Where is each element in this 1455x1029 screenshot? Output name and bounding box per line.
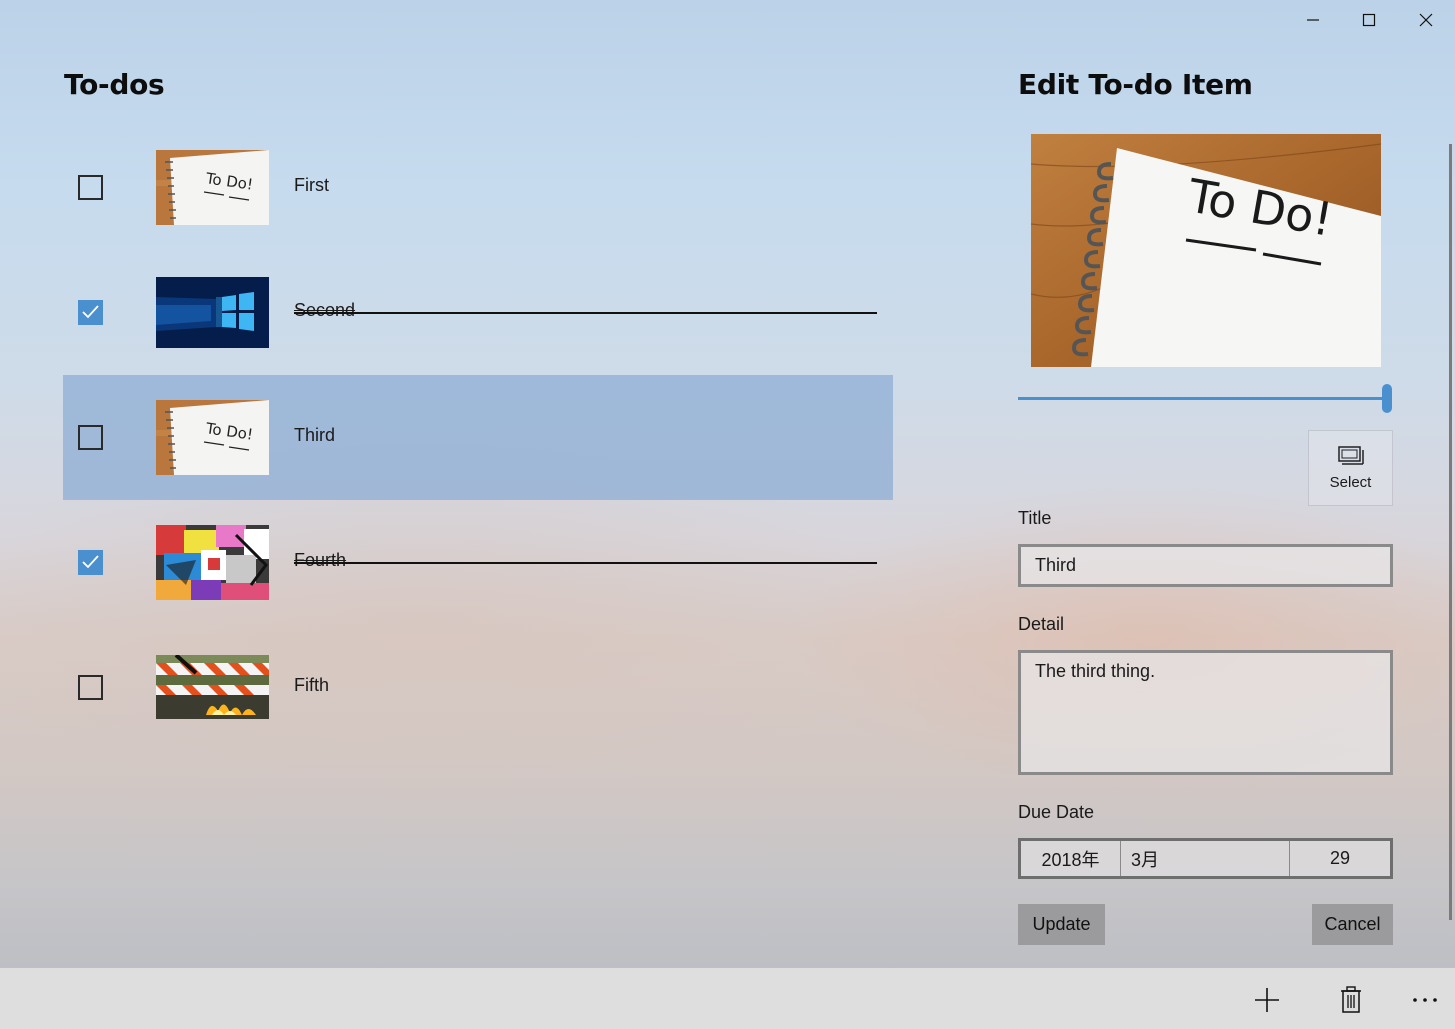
checkmark-icon xyxy=(82,555,99,569)
command-bar xyxy=(0,968,1455,1029)
select-label: Select xyxy=(1329,473,1372,491)
list-item[interactable]: Fifth xyxy=(63,625,893,750)
image-size-slider[interactable] xyxy=(1018,384,1393,414)
strikethrough-line xyxy=(294,562,877,564)
todo-notebook-image: To Do! xyxy=(156,400,269,475)
list-item[interactable]: Fourth xyxy=(63,500,893,625)
maximize-button[interactable] xyxy=(1346,6,1392,34)
cancel-button[interactable]: Cancel xyxy=(1312,904,1393,945)
todo-checkbox[interactable] xyxy=(78,300,103,325)
more-button[interactable] xyxy=(1405,980,1445,1020)
update-label: Update xyxy=(1032,914,1091,934)
day-value: 29 xyxy=(1329,848,1351,868)
update-button[interactable]: Update xyxy=(1018,904,1105,945)
minimize-icon xyxy=(1307,19,1319,21)
select-image-button[interactable]: Select xyxy=(1308,430,1393,506)
todo-title: Second xyxy=(294,300,356,320)
strikethrough-line xyxy=(294,312,877,314)
graffiti-image xyxy=(156,525,269,600)
vertical-scrollbar[interactable] xyxy=(1449,144,1452,920)
list-heading: To-dos xyxy=(64,68,165,101)
due-date-picker[interactable]: 2018年 3月 29 xyxy=(1018,838,1393,879)
delete-icon xyxy=(1341,986,1361,1013)
todo-checkbox[interactable] xyxy=(78,175,103,200)
todo-notebook-image: To Do! xyxy=(156,150,269,225)
detail-field[interactable]: The third thing. xyxy=(1018,650,1393,775)
title-field[interactable]: Third xyxy=(1018,544,1393,587)
add-icon xyxy=(1255,988,1279,1012)
list-item-selected[interactable]: To Do! Third xyxy=(63,375,893,500)
year-value: 2018年 xyxy=(1041,849,1100,870)
title-value: Third xyxy=(1035,555,1077,575)
delete-button[interactable] xyxy=(1331,980,1371,1020)
title-label: Title xyxy=(1018,508,1052,528)
todo-checkbox[interactable] xyxy=(78,550,103,575)
todo-title: Third xyxy=(294,425,336,445)
close-icon xyxy=(1419,13,1433,27)
slider-thumb[interactable] xyxy=(1382,384,1392,413)
preview-image: To Do! xyxy=(1031,134,1381,367)
windows-logo-image xyxy=(156,277,269,348)
detail-value: The third thing. xyxy=(1035,661,1156,681)
detail-label: Detail xyxy=(1018,614,1065,634)
list-item[interactable]: Second xyxy=(63,250,893,375)
maximize-icon xyxy=(1362,13,1376,27)
construction-barrier-image xyxy=(156,655,269,719)
minimize-button[interactable] xyxy=(1290,6,1336,34)
due-date-label: Due Date xyxy=(1018,802,1095,822)
todo-title: First xyxy=(294,175,329,195)
checkmark-icon xyxy=(82,305,99,319)
todo-title: Fourth xyxy=(294,550,347,570)
slider-track xyxy=(1018,397,1386,400)
todo-checkbox[interactable] xyxy=(78,425,103,450)
close-button[interactable] xyxy=(1403,6,1449,34)
list-item[interactable]: To Do! First xyxy=(63,125,893,250)
cancel-label: Cancel xyxy=(1324,914,1381,934)
month-value: 3月 xyxy=(1131,849,1160,870)
todo-checkbox[interactable] xyxy=(78,675,103,700)
photo-library-icon xyxy=(1337,445,1364,465)
todo-title: Fifth xyxy=(294,675,330,695)
more-icon xyxy=(1413,998,1437,1002)
day-selector[interactable]: 29 xyxy=(1290,841,1390,876)
month-selector[interactable]: 3月 xyxy=(1121,841,1290,876)
year-selector[interactable]: 2018年 xyxy=(1021,841,1121,876)
add-button[interactable] xyxy=(1247,980,1287,1020)
editor-heading: Edit To-do Item xyxy=(1018,68,1253,101)
